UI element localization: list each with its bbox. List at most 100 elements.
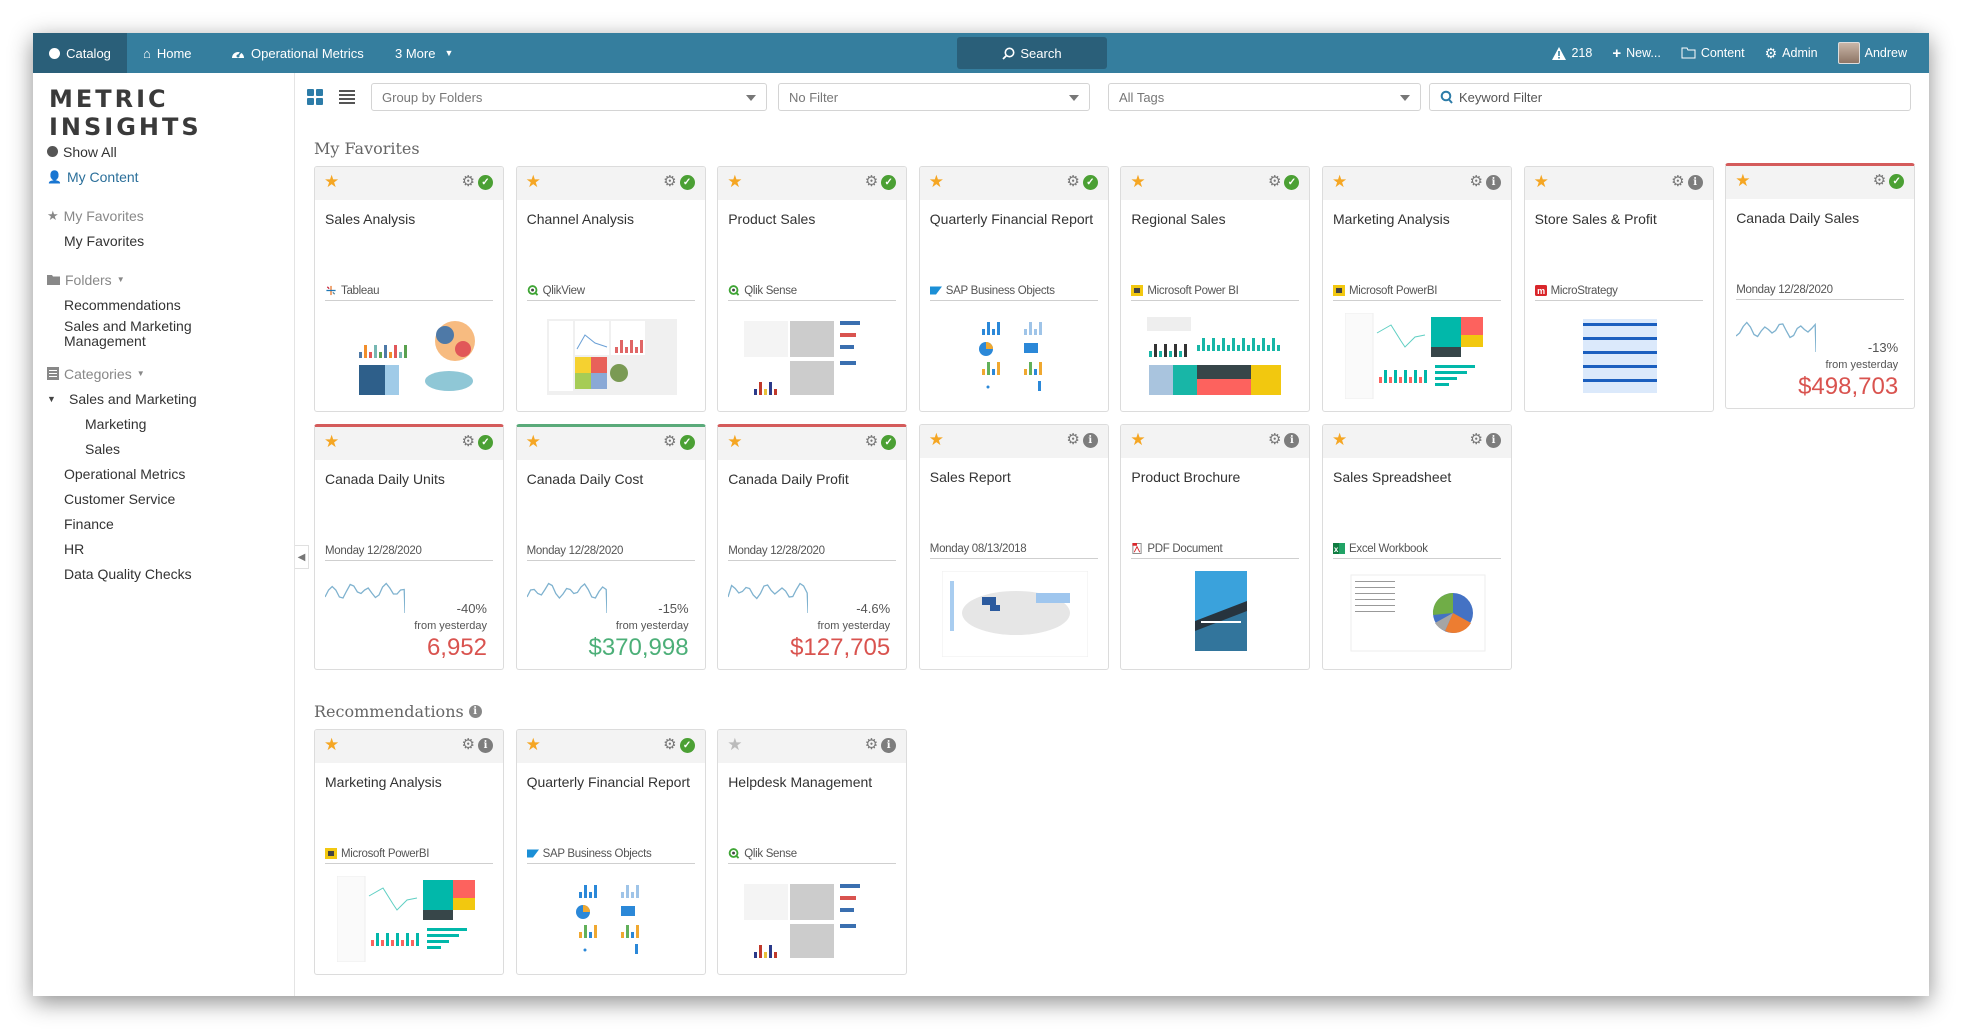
card-title[interactable]: Canada Daily Profit bbox=[728, 471, 898, 488]
sidebar-category-marketing[interactable]: Marketing bbox=[47, 411, 217, 436]
sidebar-header-folders[interactable]: Folders ▼ bbox=[47, 267, 217, 292]
report-card[interactable]: ★ ⚙ ✓ Regional Sales Microsoft Power BI bbox=[1120, 166, 1311, 412]
gear-icon[interactable]: ⚙ bbox=[865, 737, 878, 752]
report-card[interactable]: ★ ⚙ i Sales Report Monday 08/13/2018 bbox=[918, 424, 1109, 670]
certified-check-icon[interactable]: ✓ bbox=[1284, 175, 1300, 190]
card-title[interactable]: Marketing Analysis bbox=[325, 774, 495, 791]
gear-icon[interactable]: ⚙ bbox=[865, 174, 878, 189]
info-icon[interactable]: i bbox=[468, 705, 482, 718]
tab-operational-metrics[interactable]: Operational Metrics bbox=[231, 33, 364, 73]
card-title[interactable]: Product Sales bbox=[728, 211, 898, 228]
user-menu[interactable]: Andrew bbox=[1837, 42, 1907, 64]
sidebar-category-hr[interactable]: HR bbox=[47, 536, 217, 561]
gear-icon[interactable]: ⚙ bbox=[1066, 432, 1079, 447]
card-title[interactable]: Canada Daily Cost bbox=[527, 471, 697, 488]
certified-check-icon[interactable]: ✓ bbox=[1889, 174, 1905, 189]
certified-check-icon[interactable]: ✓ bbox=[679, 738, 695, 753]
keyword-filter-input[interactable]: Keyword Filter bbox=[1429, 83, 1911, 111]
dashboard-thumbnail[interactable] bbox=[941, 571, 1088, 657]
content-button[interactable]: Content bbox=[1681, 46, 1745, 60]
new-button[interactable]: + New... bbox=[1612, 45, 1661, 62]
certified-check-icon[interactable]: ✓ bbox=[679, 175, 695, 190]
group-by-select[interactable]: Group by Folders bbox=[371, 83, 767, 111]
gear-icon[interactable]: ⚙ bbox=[1671, 174, 1684, 189]
gear-icon[interactable]: ⚙ bbox=[1268, 174, 1281, 189]
favorite-star-icon[interactable]: ★ bbox=[727, 433, 742, 450]
report-card[interactable]: ★ ⚙ ✓ Channel Analysis QlikView bbox=[515, 166, 706, 412]
report-card[interactable]: ★ ⚙ ✓ Sales Analysis Tableau bbox=[314, 166, 504, 412]
sidebar-category-data-quality-checks[interactable]: Data Quality Checks bbox=[47, 561, 217, 586]
report-card[interactable]: ★ ⚙ i Product Brochure PDF Document bbox=[1120, 424, 1311, 670]
gear-icon[interactable]: ⚙ bbox=[663, 174, 676, 189]
favorite-star-icon[interactable]: ★ bbox=[324, 173, 339, 190]
dashboard-thumbnail[interactable] bbox=[538, 876, 685, 962]
card-title[interactable]: Marketing Analysis bbox=[1333, 211, 1503, 228]
certified-check-icon[interactable]: ✓ bbox=[881, 435, 897, 450]
favorite-star-icon[interactable]: ★ bbox=[1534, 173, 1549, 190]
report-card[interactable]: ★ ⚙ ✓ Quarterly Financial Report SAP Busi… bbox=[918, 166, 1109, 412]
card-title[interactable]: Channel Analysis bbox=[527, 211, 697, 228]
list-view-icon[interactable] bbox=[339, 89, 355, 105]
favorite-star-icon[interactable]: ★ bbox=[727, 173, 742, 190]
info-icon[interactable]: i bbox=[1687, 175, 1703, 190]
sidebar-category-sales-and-marketing[interactable]: ▼ Sales and Marketing bbox=[47, 386, 217, 411]
gear-icon[interactable]: ⚙ bbox=[1470, 432, 1483, 447]
gear-icon[interactable]: ⚙ bbox=[1873, 173, 1886, 188]
favorite-star-icon[interactable]: ★ bbox=[1332, 173, 1347, 190]
dashboard-thumbnail[interactable] bbox=[1345, 313, 1491, 399]
favorite-star-icon[interactable]: ★ bbox=[526, 433, 541, 450]
card-title[interactable]: Regional Sales bbox=[1131, 211, 1301, 228]
favorite-star-icon[interactable]: ★ bbox=[727, 736, 742, 753]
sidebar-category-finance[interactable]: Finance bbox=[47, 511, 217, 536]
dashboard-thumbnail[interactable] bbox=[740, 876, 887, 962]
report-card[interactable]: ★ ⚙ i Helpdesk Management Qlik Sense bbox=[717, 729, 908, 975]
sidebar-collapse-handle[interactable]: ◀ bbox=[295, 545, 309, 569]
report-card[interactable]: ★ ⚙ ✓ Quarterly Financial Report SAP Busi… bbox=[515, 729, 706, 975]
dashboard-thumbnail[interactable] bbox=[740, 313, 887, 399]
favorite-star-icon[interactable]: ★ bbox=[929, 431, 944, 448]
sidebar-category-operational-metrics[interactable]: Operational Metrics bbox=[47, 461, 217, 486]
card-title[interactable]: Sales Report bbox=[930, 469, 1100, 486]
search-button[interactable]: Search bbox=[957, 37, 1107, 69]
sidebar-category-customer-service[interactable]: Customer Service bbox=[47, 486, 217, 511]
info-icon[interactable]: i bbox=[1486, 175, 1501, 190]
gear-icon[interactable]: ⚙ bbox=[462, 174, 475, 189]
dashboard-thumbnail[interactable] bbox=[1546, 313, 1693, 399]
certified-check-icon[interactable]: ✓ bbox=[881, 175, 897, 190]
filter-select[interactable]: No Filter bbox=[778, 83, 1090, 111]
dashboard-thumbnail[interactable] bbox=[337, 876, 483, 962]
metric-card[interactable]: ★ ⚙ ✓ Canada Daily Profit Monday 12/28/20… bbox=[717, 424, 908, 670]
sidebar-item-recommendations[interactable]: Recommendations bbox=[47, 292, 217, 317]
card-title[interactable]: Helpdesk Management bbox=[728, 774, 898, 791]
dashboard-thumbnail[interactable] bbox=[941, 313, 1088, 399]
card-title[interactable]: Product Brochure bbox=[1131, 469, 1301, 486]
card-title[interactable]: Canada Daily Sales bbox=[1736, 210, 1906, 227]
certified-check-icon[interactable]: ✓ bbox=[478, 175, 493, 190]
info-icon[interactable]: i bbox=[1486, 433, 1501, 448]
card-title[interactable]: Sales Spreadsheet bbox=[1333, 469, 1503, 486]
dashboard-thumbnail[interactable] bbox=[337, 313, 483, 399]
grid-view-icon[interactable] bbox=[307, 89, 323, 105]
favorite-star-icon[interactable]: ★ bbox=[1130, 431, 1145, 448]
favorite-star-icon[interactable]: ★ bbox=[1332, 431, 1347, 448]
dashboard-thumbnail[interactable] bbox=[539, 313, 685, 399]
admin-button[interactable]: ⚙ Admin bbox=[1765, 45, 1818, 62]
alerts-button[interactable]: 218 bbox=[1552, 46, 1592, 60]
favorite-star-icon[interactable]: ★ bbox=[324, 433, 339, 450]
report-card[interactable]: ★ ⚙ i Marketing Analysis Microsoft PowerB… bbox=[1322, 166, 1512, 412]
report-card[interactable]: ★ ⚙ i Sales Spreadsheet x Excel Workbook bbox=[1322, 424, 1512, 670]
favorite-star-icon[interactable]: ★ bbox=[324, 736, 339, 753]
tab-more[interactable]: 3 More ▼ bbox=[395, 33, 453, 73]
info-icon[interactable]: i bbox=[1082, 433, 1098, 448]
gear-icon[interactable]: ⚙ bbox=[865, 434, 878, 449]
dashboard-thumbnail[interactable] bbox=[1345, 571, 1491, 657]
tab-catalog[interactable]: Catalog bbox=[33, 33, 127, 73]
sidebar-header-categories[interactable]: Categories ▼ bbox=[47, 361, 217, 386]
tags-select[interactable]: All Tags bbox=[1108, 83, 1421, 111]
report-card[interactable]: ★ ⚙ i Marketing Analysis Microsoft PowerB… bbox=[314, 729, 504, 975]
sidebar-category-sales[interactable]: Sales bbox=[47, 436, 217, 461]
metric-card[interactable]: ★ ⚙ ✓ Canada Daily Sales Monday 12/28/202… bbox=[1725, 163, 1916, 409]
sidebar-header-favorites[interactable]: ★ My Favorites bbox=[47, 203, 217, 228]
report-card[interactable]: ★ ⚙ ✓ Product Sales Qlik Sense bbox=[717, 166, 908, 412]
info-icon[interactable]: i bbox=[478, 738, 493, 753]
